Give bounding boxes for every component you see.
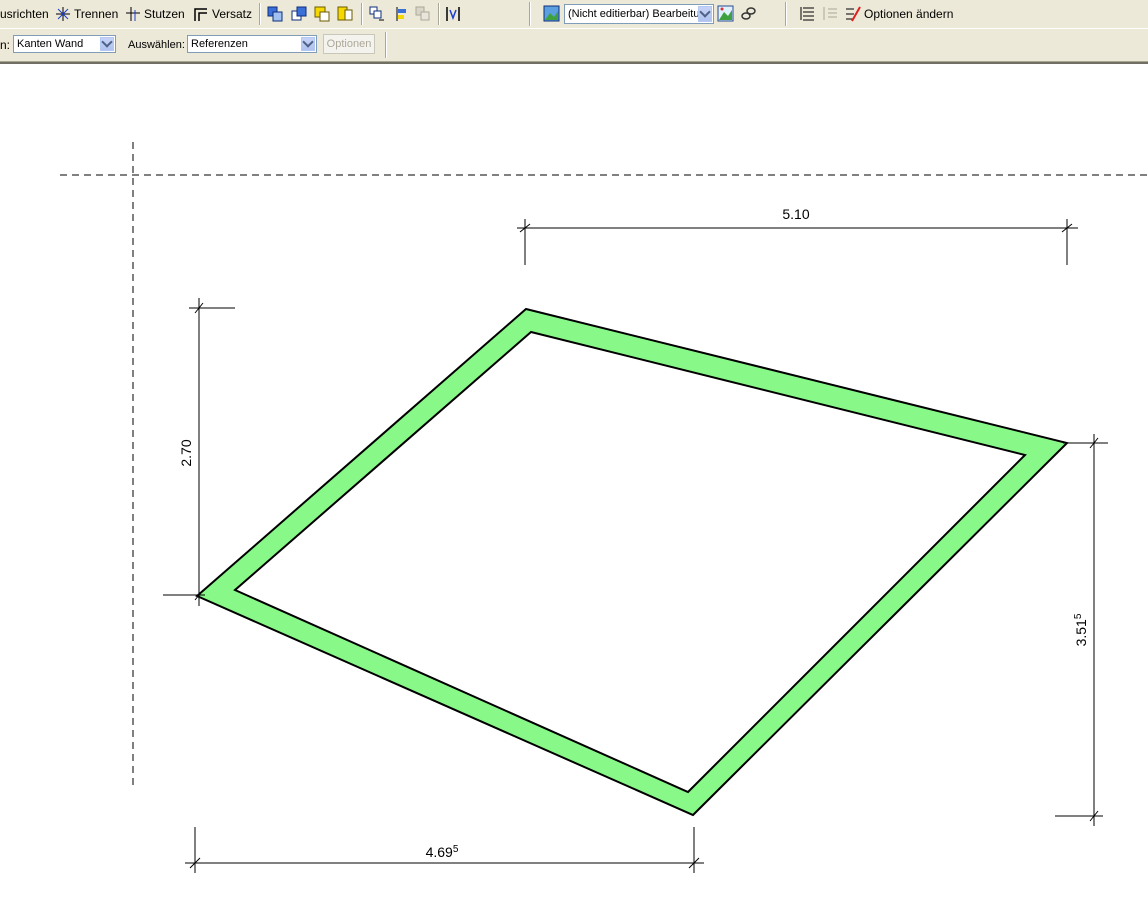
ausrichten-button[interactable]: usrichten xyxy=(0,4,49,24)
mirror-icon[interactable] xyxy=(337,6,353,22)
versatz-button[interactable]: Versatz xyxy=(193,4,252,24)
dimension-right-text: 3.515 xyxy=(1073,613,1089,646)
chevron-down-icon[interactable] xyxy=(100,37,114,51)
auswaehlen-select[interactable]: Referenzen xyxy=(187,35,317,53)
dimension-right[interactable]: 3.515 xyxy=(1055,434,1108,826)
split-icon xyxy=(55,6,71,22)
display-mode-value: (Nicht editierbar) Bearbeitu xyxy=(568,8,700,20)
toolbar-separator xyxy=(259,3,261,25)
rotate-icon[interactable] xyxy=(314,6,330,22)
list-icon[interactable] xyxy=(799,5,816,22)
kanten-select[interactable]: Kanten Wand xyxy=(13,35,116,53)
move-icon[interactable] xyxy=(291,6,307,22)
trim-icon xyxy=(125,6,141,22)
dimension-left-text: 2.70 xyxy=(178,439,194,466)
drawing-canvas[interactable]: 5.10 2.70 3.515 4.695 xyxy=(0,64,1148,912)
dimension-top[interactable]: 5.10 xyxy=(517,206,1078,265)
auswaehlen-value: Referenzen xyxy=(191,38,248,50)
versatz-label: Versatz xyxy=(212,7,253,21)
dimension-bottom-text: 4.695 xyxy=(426,844,459,860)
dimension-left[interactable]: 2.70 xyxy=(163,298,235,606)
trennen-button[interactable]: Trennen xyxy=(55,4,118,24)
wall-shape[interactable] xyxy=(195,307,1069,817)
view-display-icon[interactable] xyxy=(543,5,560,22)
optionen-button: Optionen xyxy=(323,34,375,54)
toolbar-separator xyxy=(385,32,387,58)
offset-icon xyxy=(193,6,209,22)
toolbar-separator xyxy=(361,3,363,25)
stutzen-button[interactable]: Stutzen xyxy=(125,4,185,24)
toolbar-top: usrichten Trennen Stutzen Versatz (Nicht… xyxy=(0,0,1148,29)
auswaehlen-label: Auswählen: xyxy=(128,39,185,51)
group-icon-disabled xyxy=(415,6,431,22)
toolbar-separator xyxy=(785,2,787,26)
display-mode-select[interactable]: (Nicht editierbar) Bearbeitu xyxy=(564,4,714,24)
trennen-label: Trennen xyxy=(74,7,119,21)
list-indent-icon-disabled xyxy=(822,5,839,22)
toolbar-options: n: Kanten Wand Auswählen: Referenzen Opt… xyxy=(0,29,1148,62)
array-icon[interactable] xyxy=(369,6,385,22)
dimension-top-text: 5.10 xyxy=(782,206,809,222)
optionen-aendern-button[interactable]: Optionen ändern xyxy=(845,4,953,24)
optionen-label: Optionen xyxy=(326,38,372,50)
kanten-label: n: xyxy=(0,38,11,52)
ausrichten-label: usrichten xyxy=(0,7,49,21)
toolbar-separator xyxy=(529,2,531,26)
copy-icon[interactable] xyxy=(267,6,283,22)
kanten-value: Kanten Wand xyxy=(17,38,84,50)
dimension-bottom[interactable]: 4.695 xyxy=(185,827,704,873)
edit-options-icon xyxy=(845,6,861,22)
landscape-icon[interactable] xyxy=(717,5,734,22)
chevron-down-icon[interactable] xyxy=(301,37,315,51)
stutzen-label: Stutzen xyxy=(144,7,185,21)
link-icon[interactable] xyxy=(740,5,757,22)
measure-icon[interactable] xyxy=(445,6,461,22)
chevron-down-icon[interactable] xyxy=(698,6,712,22)
toolbar-separator xyxy=(438,3,440,25)
optionen-aendern-label: Optionen ändern xyxy=(864,7,954,21)
align-icon[interactable] xyxy=(392,6,408,22)
